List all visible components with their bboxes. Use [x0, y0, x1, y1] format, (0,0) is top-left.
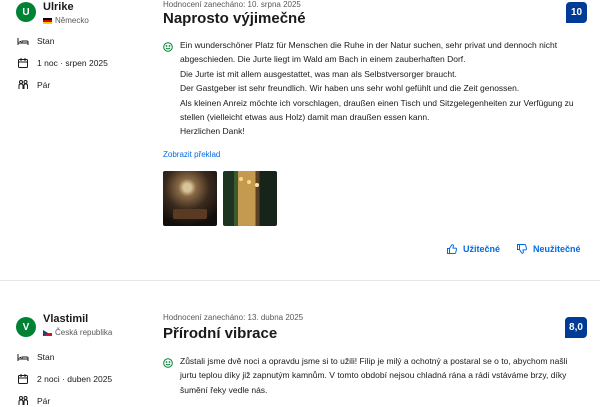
calendar-icon: [18, 58, 28, 68]
review-paragraph: Der Gastgeber ist sehr freundlich. Wir h…: [180, 83, 520, 94]
review-title: Přírodní vibrace: [163, 325, 278, 342]
room-name: Stan: [37, 352, 55, 362]
stay-dates: 1 noc · srpen 2025: [17, 57, 108, 69]
smiley-icon: [163, 358, 173, 368]
helpful-label: Užitečné: [463, 244, 501, 254]
review-photo[interactable]: [163, 171, 217, 226]
reviewer-country: Německo: [43, 16, 89, 25]
show-translation-link[interactable]: Zobrazit překlad: [163, 150, 220, 159]
review-paragraph: Zůstali jsme dvě noci a opravdu jsme si …: [180, 356, 568, 395]
avatar: V: [16, 317, 36, 337]
couple-icon: [18, 80, 28, 89]
avatar: U: [16, 2, 36, 22]
country-name: Německo: [55, 16, 89, 25]
review-paragraph: Herzlichen Dank!: [180, 126, 245, 137]
room-name: Stan: [37, 36, 55, 46]
review-date: Hodnocení zanecháno: 13. dubna 2025: [163, 313, 304, 322]
review-title: Naprosto výjimečné: [163, 10, 306, 27]
stay-room: Stan: [17, 35, 55, 47]
group-type: Pár: [37, 80, 51, 90]
bed-icon: [17, 354, 29, 361]
country-name: Česká republika: [55, 328, 113, 337]
review-divider: [0, 280, 600, 281]
review-paragraph: Als kleinen Anreiz möchte ich vorschlage…: [180, 97, 574, 123]
stay-room: Stan: [17, 351, 55, 363]
reviewer-name: Vlastimil: [43, 313, 89, 325]
reviewer-country: Česká republika: [43, 328, 112, 337]
group-type: Pár: [37, 396, 51, 406]
nights-date: 2 noci · duben 2025: [37, 374, 113, 384]
bed-icon: [17, 38, 29, 45]
thumbs-up-icon: [447, 244, 458, 254]
not-helpful-button[interactable]: Neužitečné: [516, 243, 581, 255]
germany-flag-icon: [43, 17, 52, 24]
review-date: Hodnocení zanecháno: 10. srpna 2025: [163, 0, 301, 9]
thumbs-down-icon: [517, 244, 528, 254]
review-text: Ein wunderschöner Platz für Menschen die…: [180, 38, 585, 139]
couple-icon: [18, 396, 28, 405]
stay-dates: 2 noci · duben 2025: [17, 373, 112, 385]
stay-group: Pár: [17, 79, 50, 91]
nights-date: 1 noc · srpen 2025: [37, 58, 108, 68]
reviewer-name: Ulrike: [43, 1, 74, 13]
calendar-icon: [18, 374, 28, 384]
review-score-badge: 8,0: [565, 317, 587, 338]
review-score-badge: 10: [566, 2, 587, 23]
helpful-button[interactable]: Užitečné: [446, 243, 500, 255]
not-helpful-label: Neužitečné: [533, 244, 581, 254]
review-text: Zůstali jsme dvě noci a opravdu jsme si …: [180, 354, 585, 397]
review-paragraph: Die Jurte ist mit allem ausgestattet, wa…: [180, 68, 457, 79]
review-photo[interactable]: [223, 171, 277, 226]
smiley-icon: [163, 42, 173, 52]
review-card: U Ulrike Německo Stan 1 noc · srpen 2025…: [0, 0, 600, 280]
review-card: V Vlastimil Česká republika Stan 2 noci …: [0, 307, 600, 407]
review-paragraph: Ein wunderschöner Platz für Menschen die…: [180, 40, 558, 65]
czech-flag-icon: [43, 329, 52, 336]
stay-group: Pár: [17, 395, 50, 407]
